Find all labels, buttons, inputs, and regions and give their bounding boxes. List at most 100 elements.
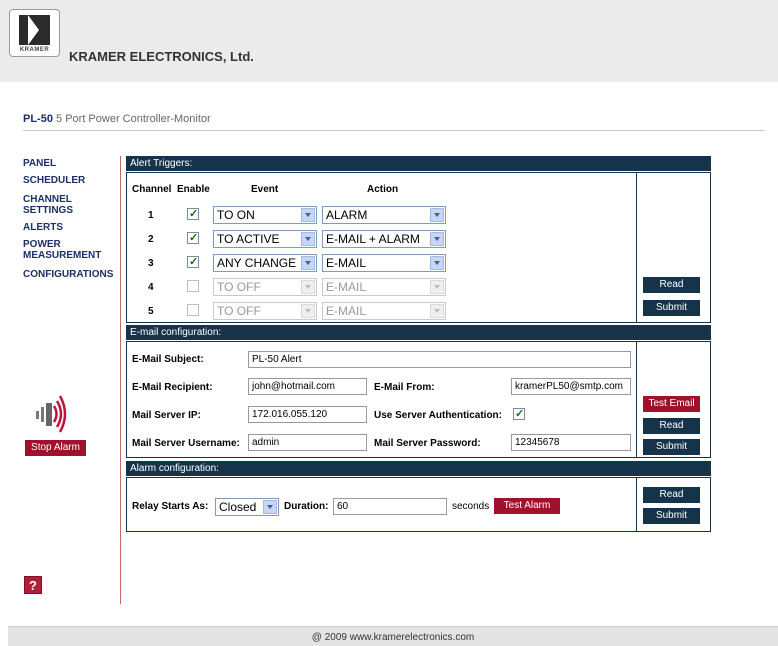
event-select-5[interactable]: TO OFF: [213, 302, 317, 320]
email-recipient-field[interactable]: john@hotmail.com: [248, 378, 367, 395]
chevron-down-icon: [430, 280, 444, 294]
relay-value: Closed: [219, 500, 257, 514]
action-select-3[interactable]: E-MAIL: [322, 254, 446, 272]
stop-alarm-button[interactable]: Stop Alarm: [25, 440, 86, 456]
channel-number: 1: [148, 210, 154, 221]
email-config-panel: E-Mail Subject: PL-50 Alert E-Mail Recip…: [126, 341, 711, 458]
nav-settings[interactable]: SETTINGS: [23, 205, 73, 216]
email-recipient-label: E-Mail Recipient:: [132, 382, 213, 393]
alarm-siren-icon: [36, 395, 67, 433]
email-submit-button[interactable]: Submit: [643, 439, 700, 455]
enable-checkbox-3[interactable]: [187, 255, 199, 268]
test-alarm-button[interactable]: Test Alarm: [494, 498, 560, 514]
footer-text: @ 2009 www.kramerelectronics.com: [311, 632, 475, 643]
header-action: Action: [367, 184, 399, 195]
enable-checkbox-1[interactable]: [187, 207, 199, 220]
relay-starts-label: Relay Starts As:: [132, 501, 209, 512]
email-subject-field[interactable]: PL-50 Alert: [248, 351, 631, 368]
event-select-1[interactable]: TO ON: [213, 206, 317, 224]
email-config-header: E-mail configuration:: [126, 325, 711, 340]
nav-alerts[interactable]: ALERTS: [23, 222, 63, 233]
duration-unit: seconds: [452, 501, 490, 512]
header-bar: [0, 0, 778, 82]
alarm-submit-button[interactable]: Submit: [643, 508, 700, 524]
header-enable: Enable: [177, 184, 210, 195]
alarm-read-button[interactable]: Read: [643, 487, 700, 503]
alert-triggers-panel: Channel Enable Event Action 1 TO ON ALAR…: [126, 172, 711, 323]
channel-number: 2: [148, 234, 154, 245]
channel-number: 3: [148, 258, 154, 269]
mail-username-field[interactable]: admin: [248, 434, 367, 451]
event-value: ANY CHANGE: [217, 256, 297, 270]
mail-server-ip-label: Mail Server IP:: [132, 410, 201, 421]
divider: [23, 130, 765, 131]
chevron-down-icon: [301, 304, 315, 318]
help-icon[interactable]: ?: [24, 576, 42, 594]
sidebar-divider: [120, 156, 121, 604]
panel-divider: [636, 478, 637, 531]
action-value: E-MAIL: [326, 280, 367, 294]
nav-measurement[interactable]: MEASUREMENT: [23, 250, 101, 261]
header-channel: Channel: [132, 184, 172, 195]
event-select-2[interactable]: TO ACTIVE: [213, 230, 317, 248]
nav-configurations[interactable]: CONFIGURATIONS: [23, 269, 113, 280]
test-email-button[interactable]: Test Email: [643, 396, 700, 412]
channel-number: 5: [148, 306, 154, 317]
enable-checkbox-5[interactable]: [187, 304, 199, 316]
logo-text: KRAMER: [19, 47, 50, 53]
chevron-down-icon: [430, 232, 444, 246]
mail-server-ip-field[interactable]: 172.016.055.120: [248, 406, 367, 423]
alert-triggers-header: Alert Triggers:: [126, 156, 711, 171]
action-select-2[interactable]: E-MAIL + ALARM: [322, 230, 446, 248]
chevron-down-icon: [301, 208, 315, 222]
action-select-4[interactable]: E-MAIL: [322, 278, 446, 296]
duration-label: Duration:: [284, 501, 329, 512]
panel-divider: [636, 342, 637, 457]
event-value: TO OFF: [217, 280, 261, 294]
k-logo-icon: [19, 15, 50, 45]
product-model: PL-50: [23, 113, 53, 125]
action-select-1[interactable]: ALARM: [322, 206, 446, 224]
footer-bar: @ 2009 www.kramerelectronics.com: [8, 626, 778, 646]
nav-scheduler[interactable]: SCHEDULER: [23, 175, 85, 186]
action-select-5[interactable]: E-MAIL: [322, 302, 446, 320]
chevron-down-icon: [263, 500, 277, 514]
product-description: 5 Port Power Controller-Monitor: [56, 113, 211, 125]
mail-password-field[interactable]: 12345678: [511, 434, 631, 451]
chevron-down-icon: [430, 304, 444, 318]
chevron-down-icon: [301, 256, 315, 270]
nav-channel[interactable]: CHANNEL: [23, 194, 72, 205]
event-value: TO ACTIVE: [217, 232, 280, 246]
action-value: E-MAIL + ALARM: [326, 232, 420, 246]
chevron-down-icon: [301, 280, 315, 294]
action-value: E-MAIL: [326, 304, 367, 318]
company-name: KRAMER ELECTRONICS, Ltd.: [69, 49, 254, 64]
event-select-4[interactable]: TO OFF: [213, 278, 317, 296]
event-value: TO ON: [217, 208, 255, 222]
server-auth-label: Use Server Authentication:: [374, 410, 502, 421]
relay-select[interactable]: Closed: [215, 498, 279, 516]
duration-field[interactable]: 60: [333, 498, 447, 515]
alerts-read-button[interactable]: Read: [643, 277, 700, 293]
enable-checkbox-2[interactable]: [187, 231, 199, 244]
mail-password-label: Mail Server Password:: [374, 438, 481, 449]
email-subject-label: E-Mail Subject:: [132, 354, 204, 365]
action-value: ALARM: [326, 208, 368, 222]
nav-panel[interactable]: PANEL: [23, 158, 56, 169]
alarm-config-header: Alarm configuration:: [126, 461, 711, 476]
event-select-3[interactable]: ANY CHANGE: [213, 254, 317, 272]
enable-checkbox-4[interactable]: [187, 280, 199, 292]
chevron-down-icon: [430, 256, 444, 270]
nav-power[interactable]: POWER: [23, 239, 61, 250]
action-value: E-MAIL: [326, 256, 367, 270]
email-read-button[interactable]: Read: [643, 418, 700, 434]
channel-number: 4: [148, 282, 154, 293]
chevron-down-icon: [301, 232, 315, 246]
email-from-field[interactable]: kramerPL50@smtp.com: [511, 378, 631, 395]
alerts-submit-button[interactable]: Submit: [643, 300, 700, 316]
alarm-config-panel: Relay Starts As: Closed Duration: 60 sec…: [126, 477, 711, 532]
header-event: Event: [251, 184, 279, 195]
email-from-label: E-Mail From:: [374, 382, 435, 393]
server-auth-checkbox[interactable]: [513, 407, 525, 420]
kramer-logo: KRAMER: [9, 9, 60, 57]
